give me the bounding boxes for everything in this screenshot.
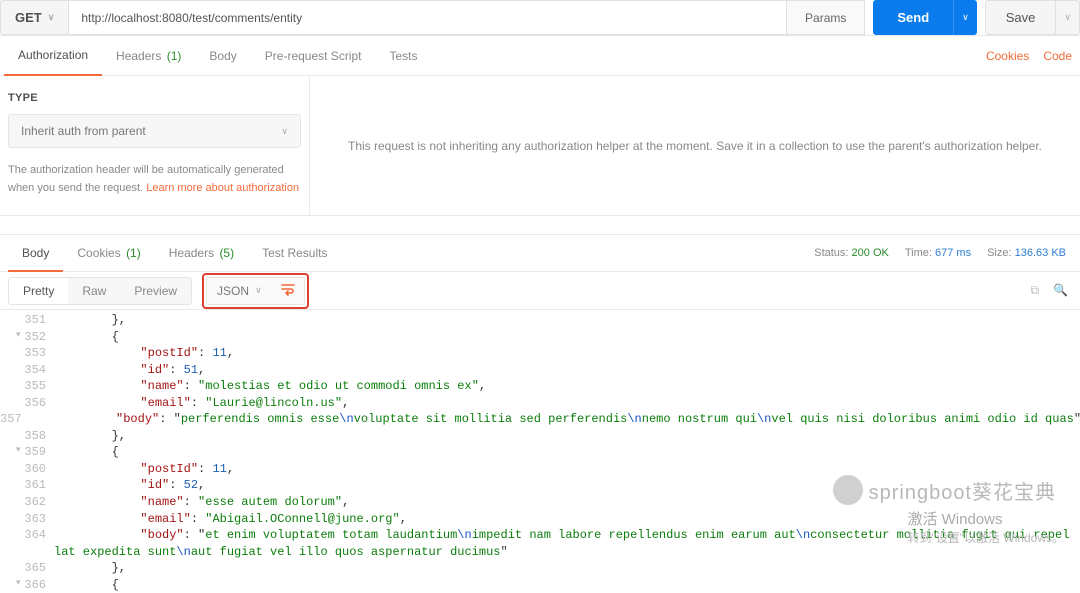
time-text: Time: 677 ms — [905, 247, 971, 259]
auth-type-label: TYPE — [8, 92, 301, 104]
send-dropdown[interactable]: ∨ — [953, 0, 977, 35]
cookies-link[interactable]: Cookies — [986, 49, 1029, 63]
tab-prerequest[interactable]: Pre-request Script — [251, 36, 376, 75]
tab-body[interactable]: Body — [195, 36, 250, 75]
resp-tab-cookies[interactable]: Cookies (1) — [63, 235, 154, 271]
chevron-down-icon: ∨ — [1064, 12, 1071, 22]
resp-tab-testresults[interactable]: Test Results — [248, 235, 341, 271]
save-dropdown[interactable]: ∨ — [1056, 0, 1080, 35]
status-text: Status: 200 OK — [814, 247, 889, 259]
chevron-down-icon: ∨ — [255, 285, 262, 296]
tab-headers[interactable]: Headers (1) — [102, 36, 195, 75]
view-raw[interactable]: Raw — [68, 278, 120, 304]
resp-headers-count: (5) — [219, 246, 234, 260]
chevron-down-icon: ∨ — [281, 126, 288, 137]
search-icon[interactable]: 🔍 — [1053, 283, 1068, 298]
auth-note: The authorization header will be automat… — [8, 162, 301, 197]
format-select[interactable]: JSON ∨ — [207, 278, 272, 304]
http-method-select[interactable]: GET ∨ — [0, 0, 69, 35]
chevron-down-icon: ∨ — [962, 12, 969, 22]
tab-authorization[interactable]: Authorization — [4, 37, 102, 76]
copy-icon[interactable]: ⧉ — [1030, 283, 1039, 298]
auth-helper-message: This request is not inheriting any autho… — [310, 76, 1080, 215]
wrap-lines-button[interactable] — [272, 278, 304, 304]
view-pretty[interactable]: Pretty — [9, 278, 68, 304]
code-link[interactable]: Code — [1043, 49, 1072, 63]
resp-cookies-count: (1) — [126, 246, 141, 260]
send-button[interactable]: Send — [873, 0, 953, 35]
params-button[interactable]: Params — [787, 0, 865, 35]
tab-tests[interactable]: Tests — [375, 36, 431, 75]
resp-tab-body[interactable]: Body — [8, 236, 63, 272]
learn-more-link[interactable]: Learn more about authorization — [146, 182, 299, 194]
save-button[interactable]: Save — [985, 0, 1057, 35]
chevron-down-icon: ∨ — [48, 12, 55, 23]
view-preview[interactable]: Preview — [120, 278, 191, 304]
size-text: Size: 136.63 KB — [987, 247, 1066, 259]
format-highlight-box: JSON ∨ — [202, 273, 309, 309]
url-input[interactable] — [69, 0, 787, 35]
headers-count-badge: (1) — [167, 49, 182, 63]
resp-tab-headers[interactable]: Headers (5) — [155, 235, 248, 271]
auth-type-select[interactable]: Inherit auth from parent ∨ — [8, 114, 301, 148]
http-method-label: GET — [15, 10, 42, 25]
wrap-icon — [281, 283, 295, 299]
